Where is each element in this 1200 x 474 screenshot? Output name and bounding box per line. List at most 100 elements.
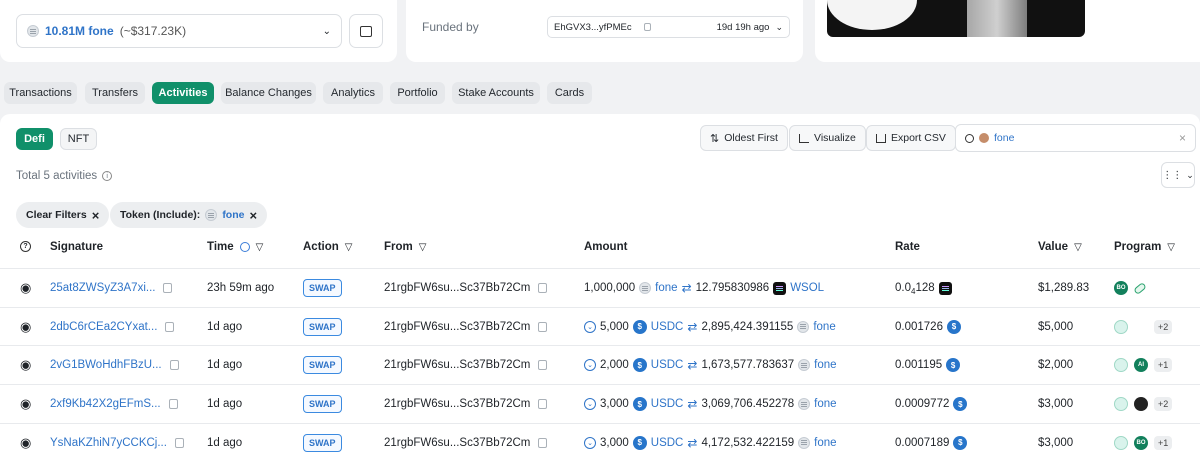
clear-filters-label: Clear Filters <box>26 209 87 221</box>
out-token-link[interactable]: fone <box>814 437 836 449</box>
search-box[interactable]: fone × <box>955 124 1196 152</box>
copy-icon[interactable] <box>165 321 175 332</box>
view-icon[interactable]: ◉ <box>20 269 31 307</box>
column-value: Value ▽ <box>1038 241 1082 253</box>
close-icon[interactable]: × <box>249 208 257 223</box>
signature-link[interactable]: 2xf9Kb42X2gEFmS... <box>50 398 161 410</box>
chart-icon <box>799 133 809 143</box>
signature-link[interactable]: 2vG1BWoHdhFBzU... <box>50 359 162 371</box>
program-dark-icon <box>1134 397 1148 412</box>
copy-icon[interactable] <box>538 283 548 293</box>
in-token-link[interactable]: USDC <box>651 398 684 410</box>
time-cell: 1d ago <box>207 346 242 384</box>
visualize-label: Visualize <box>814 132 856 144</box>
in-token-link[interactable]: USDC <box>651 321 684 333</box>
copy-icon[interactable] <box>643 23 651 31</box>
more-programs-badge[interactable]: +2 <box>1154 397 1173 412</box>
value-amount: $2,000 <box>1038 359 1074 372</box>
close-icon[interactable]: × <box>1179 131 1186 145</box>
from-address[interactable]: 21rgbFW6su...Sc37Bb72Cm <box>384 321 530 333</box>
search-input[interactable]: fone <box>994 132 1014 144</box>
view-icon[interactable]: ◉ <box>20 424 31 462</box>
filter-icon[interactable]: ▽ <box>419 242 427 253</box>
more-programs-badge[interactable]: +1 <box>1154 358 1173 373</box>
tab-analytics[interactable]: Analytics <box>323 82 383 104</box>
tab-transfers[interactable]: Transfers <box>85 82 145 104</box>
view-icon[interactable]: ◉ <box>20 308 31 346</box>
subtab-defi[interactable]: Defi <box>16 128 53 150</box>
copy-icon[interactable] <box>163 283 173 293</box>
from-address[interactable]: 21rgbFW6su...Sc37Bb72Cm <box>384 359 530 371</box>
out-token-link[interactable]: fone <box>813 321 835 333</box>
help-icon[interactable]: ? <box>20 241 31 252</box>
balance-amount: 10.81M fone <box>45 24 114 38</box>
grid-icon: ⋮⋮ <box>1162 169 1183 181</box>
more-programs-badge[interactable]: +2 <box>1154 319 1173 334</box>
signature-link[interactable]: 2dbC6rCEa2CYxat... <box>50 321 157 333</box>
rate-digits: 128 <box>915 282 935 294</box>
from-address[interactable]: 21rgbFW6su...Sc37Bb72Cm <box>384 437 530 449</box>
copy-icon[interactable] <box>538 399 548 410</box>
usdc-icon <box>953 397 968 412</box>
table-row: ◉ 2vG1BWoHdhFBzU... 1d ago SWAP 21rgbFW6su..… <box>0 345 1200 383</box>
view-icon[interactable]: ◉ <box>20 385 31 423</box>
out-token-link[interactable]: WSOL <box>790 282 824 294</box>
column-from-label: From <box>384 241 413 253</box>
signature-link[interactable]: 25at8ZWSyZ3A7xi... <box>50 282 155 294</box>
from-cell: 21rgbFW6su...Sc37Bb72Cm <box>384 269 548 307</box>
copy-icon[interactable] <box>169 360 179 371</box>
program-wave-icon <box>1114 435 1128 450</box>
signature-cell: 2dbC6rCEa2CYxat... <box>50 308 175 346</box>
in-amount: 1,000,000 <box>584 282 636 294</box>
subtab-nft[interactable]: NFT <box>60 128 97 150</box>
export-csv-button[interactable]: Export CSV <box>866 125 956 151</box>
search-icon <box>965 133 974 143</box>
close-icon[interactable]: × <box>92 208 100 223</box>
filter-icon[interactable]: ▽ <box>256 242 264 253</box>
view-icon[interactable]: ◉ <box>20 346 31 384</box>
funded-by-select[interactable]: EhGVX3...yfPMEc 19d 19h ago ⌄ <box>547 16 790 38</box>
filter-icon[interactable]: ▽ <box>1167 242 1175 253</box>
in-amount: 3,000 <box>600 398 629 411</box>
tab-transactions[interactable]: Transactions <box>4 82 77 104</box>
copy-icon[interactable] <box>174 437 184 448</box>
visualize-button[interactable]: Visualize <box>789 125 866 151</box>
time-value: 1d ago <box>207 320 243 333</box>
from-address[interactable]: 21rgbFW6su...Sc37Bb72Cm <box>384 282 530 294</box>
signature-link[interactable]: YsNaKZhiN7yCCKCj... <box>50 437 167 449</box>
tab-portfolio[interactable]: Portfolio <box>390 82 445 104</box>
out-token-link[interactable]: fone <box>814 398 836 410</box>
sort-icon: ⇅ <box>710 132 720 145</box>
copy-icon[interactable] <box>538 360 548 371</box>
copy-icon[interactable] <box>538 437 548 448</box>
in-token-link[interactable]: USDC <box>651 359 684 371</box>
filter-icon[interactable]: ▽ <box>1074 242 1082 253</box>
tab-stake-accounts[interactable]: Stake Accounts <box>452 82 540 104</box>
tab-activities[interactable]: Activities <box>152 82 214 104</box>
info-icon[interactable]: i <box>102 171 113 181</box>
in-token-link[interactable]: USDC <box>651 437 684 449</box>
column-settings-button[interactable]: ⋮⋮ ⌄ <box>1161 162 1195 188</box>
copy-icon[interactable] <box>538 321 548 332</box>
funded-by-address[interactable]: EhGVX3...yfPMEc <box>554 22 632 33</box>
in-token-link[interactable]: fone <box>655 282 677 294</box>
more-programs-badge[interactable]: +1 <box>1154 435 1173 450</box>
wallet-button[interactable] <box>349 14 383 48</box>
table-row: ◉ 25at8ZWSyZ3A7xi... 23h 59m ago SWAP 21rgbF… <box>0 268 1200 306</box>
tab-cards[interactable]: Cards <box>547 82 592 104</box>
clock-icon[interactable] <box>239 242 250 252</box>
copy-icon[interactable] <box>168 399 178 410</box>
from-address[interactable]: 21rgbFW6su...Sc37Bb72Cm <box>384 398 530 410</box>
out-token-link[interactable]: fone <box>814 359 836 371</box>
out-amount: 2,895,424.391155 <box>701 320 794 333</box>
oldest-first-button[interactable]: ⇅ Oldest First <box>700 125 788 151</box>
column-value-label: Value <box>1038 241 1069 253</box>
filter-icon[interactable]: ▽ <box>345 242 353 253</box>
token-filter-chip[interactable]: Token (Include): fone × <box>110 202 268 228</box>
tab-balance-changes[interactable]: Balance Changes <box>221 82 316 104</box>
funded-by-card: Funded by EhGVX3...yfPMEc 19d 19h ago ⌄ <box>406 0 803 62</box>
token-balance-select[interactable]: 10.81M fone (~$317.23K) ⌄ <box>16 14 342 48</box>
clear-filters-chip[interactable]: Clear Filters × <box>16 202 110 228</box>
fone-token-icon <box>27 25 39 37</box>
program-cell: BO <box>1114 269 1147 307</box>
